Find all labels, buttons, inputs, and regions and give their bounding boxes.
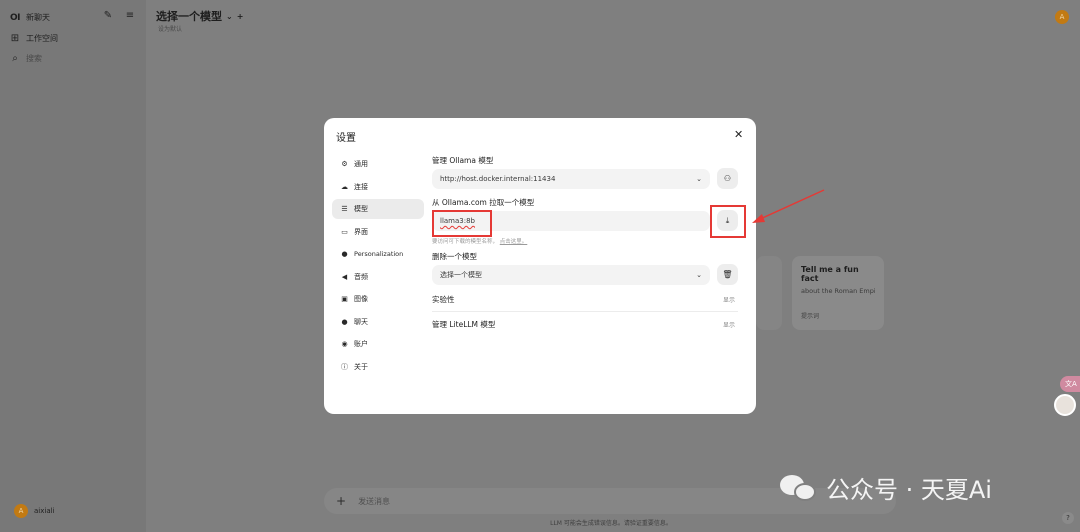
- chevron-down-icon: ⌄: [696, 175, 702, 183]
- settings-modal: 设置 ✕ ⚙ 通用 ☁ 连接 ☰ 模型 ▭ 界面 ● Personalization ◀ 音…: [324, 118, 756, 414]
- tab-audio[interactable]: ◀ 音频: [332, 267, 424, 287]
- watermark-text: 公众号 · 天夏Ai: [826, 476, 992, 504]
- disclaimer: LLM 可能会生成错误信息。请验证重要信息。: [550, 520, 672, 527]
- manage-litellm-label: 管理 LiteLLM 模型: [432, 320, 496, 329]
- tab-connections[interactable]: ☁ 连接: [332, 177, 424, 197]
- experimental-label: 实验性: [432, 295, 455, 304]
- annotation-button-box: [710, 205, 746, 238]
- info-icon: ⓘ: [341, 362, 348, 371]
- speaker-icon: ◀: [341, 272, 348, 281]
- model-selector-label: 选择一个模型: [156, 10, 222, 23]
- model-selector[interactable]: 选择一个模型 ⌄ +: [156, 8, 243, 24]
- user-icon: ●: [341, 250, 348, 258]
- tab-personalization[interactable]: ● Personalization: [332, 244, 424, 264]
- search-icon: ⌕: [12, 52, 18, 64]
- user-menu[interactable]: A aixiali: [14, 504, 55, 518]
- pull-hint: 要访问可下载的模型名称， 点击这里。: [432, 237, 527, 245]
- workspace-link[interactable]: ⊞ 工作空间: [10, 33, 58, 44]
- annotation-input-box: [432, 210, 492, 237]
- litellm-toggle[interactable]: 显示: [723, 320, 735, 329]
- trash-icon: 🗑: [722, 270, 733, 279]
- ollama-connect-button[interactable]: ⚇: [717, 168, 738, 189]
- tab-label: 模型: [354, 205, 368, 213]
- chevron-down-icon: ⌄: [696, 271, 702, 279]
- delete-model-label: 删除一个模型: [432, 252, 477, 261]
- monitor-icon: ▭: [341, 227, 348, 236]
- pull-hint-text: 要访问可下载的模型名称，: [432, 239, 499, 245]
- suggestion-title: Tell me a fun fact: [801, 265, 859, 283]
- pull-hint-link[interactable]: 点击这里。: [500, 239, 528, 245]
- tab-label: 聊天: [354, 317, 368, 326]
- menu-icon[interactable]: ≡: [125, 11, 135, 21]
- ollama-url-value: http://host.docker.internal:11434: [440, 175, 556, 183]
- tab-label: Personalization: [354, 250, 404, 258]
- database-icon: ☰: [341, 205, 348, 213]
- modal-title: 设置: [336, 133, 356, 144]
- translate-pill[interactable]: 文A: [1060, 376, 1080, 392]
- plus-icon[interactable]: +: [237, 12, 244, 21]
- suggestion-card[interactable]: Tell me a fun fact about the Roman Empi …: [792, 256, 884, 330]
- robot-icon: ⚇: [723, 174, 732, 183]
- tab-chats[interactable]: ● 聊天: [332, 312, 424, 332]
- suggestion-card-partial[interactable]: [756, 256, 782, 330]
- delete-model-button[interactable]: 🗑: [717, 264, 738, 285]
- tab-label: 连接: [354, 182, 368, 191]
- tab-interface[interactable]: ▭ 界面: [332, 222, 424, 242]
- tab-label: 音频: [354, 272, 368, 281]
- chat-icon: ●: [341, 317, 348, 326]
- tab-label: 关于: [354, 362, 368, 371]
- tab-label: 界面: [354, 227, 368, 236]
- tab-models[interactable]: ☰ 模型: [332, 199, 424, 219]
- tab-label: 图像: [354, 295, 368, 303]
- gear-icon: ⚙: [341, 160, 348, 168]
- annotation-arrow: [752, 189, 825, 223]
- settings-tabs: ⚙ 通用 ☁ 连接 ☰ 模型 ▭ 界面 ● Personalization ◀ 音频 ▣ 图像…: [332, 154, 424, 379]
- tab-label: 通用: [354, 160, 368, 168]
- workspace-label: 工作空间: [26, 34, 58, 43]
- chat-placeholder: 发送消息: [358, 496, 391, 506]
- help-icon[interactable]: ?: [1062, 512, 1074, 524]
- top-avatar[interactable]: A: [1055, 10, 1069, 24]
- close-icon[interactable]: ✕: [734, 128, 743, 141]
- suggestion-subtitle: about the Roman Empi: [801, 287, 875, 295]
- divider: [432, 311, 738, 312]
- experimental-toggle[interactable]: 显示: [723, 295, 735, 304]
- suggestion-hint: 提示词: [801, 313, 820, 320]
- image-icon: ▣: [341, 295, 348, 303]
- wechat-icon: [780, 473, 818, 503]
- workspace-icon: ⊞: [10, 32, 20, 44]
- search-label: 搜索: [26, 54, 42, 63]
- new-chat-label: 新聊天: [26, 13, 50, 22]
- plus-icon[interactable]: +: [336, 494, 346, 508]
- tab-label: 账户: [354, 340, 368, 348]
- tab-images[interactable]: ▣ 图像: [332, 289, 424, 309]
- pull-model-label: 从 Ollama.com 拉取一个模型: [432, 198, 535, 207]
- tab-account[interactable]: ◉ 账户: [332, 334, 424, 354]
- app-logo: OI: [10, 12, 21, 23]
- delete-model-value: 选择一个模型: [440, 271, 482, 279]
- watermark: 公众号 · 天夏Ai: [780, 470, 992, 505]
- account-icon: ◉: [341, 340, 348, 348]
- ollama-url-select[interactable]: http://host.docker.internal:11434 ⌄: [432, 169, 710, 189]
- set-default-link[interactable]: 设为默认: [158, 24, 182, 33]
- new-chat-link[interactable]: OI 新聊天: [10, 12, 50, 23]
- tab-about[interactable]: ⓘ 关于: [332, 357, 424, 377]
- manage-ollama-label: 管理 Ollama 模型: [432, 156, 494, 165]
- assistant-avatar[interactable]: [1054, 394, 1076, 416]
- search-link[interactable]: ⌕ 搜索: [10, 53, 42, 64]
- compose-icon[interactable]: ✎: [103, 11, 113, 21]
- sidebar: OI 新聊天 ✎ ≡ ⊞ 工作空间 ⌕ 搜索 A aixiali: [0, 0, 146, 532]
- tab-general[interactable]: ⚙ 通用: [332, 154, 424, 174]
- cloud-icon: ☁: [341, 182, 348, 191]
- delete-model-select[interactable]: 选择一个模型 ⌄: [432, 265, 710, 285]
- chevron-down-icon: ⌄: [226, 11, 233, 21]
- user-avatar: A: [14, 504, 28, 518]
- user-name: aixiali: [34, 507, 55, 515]
